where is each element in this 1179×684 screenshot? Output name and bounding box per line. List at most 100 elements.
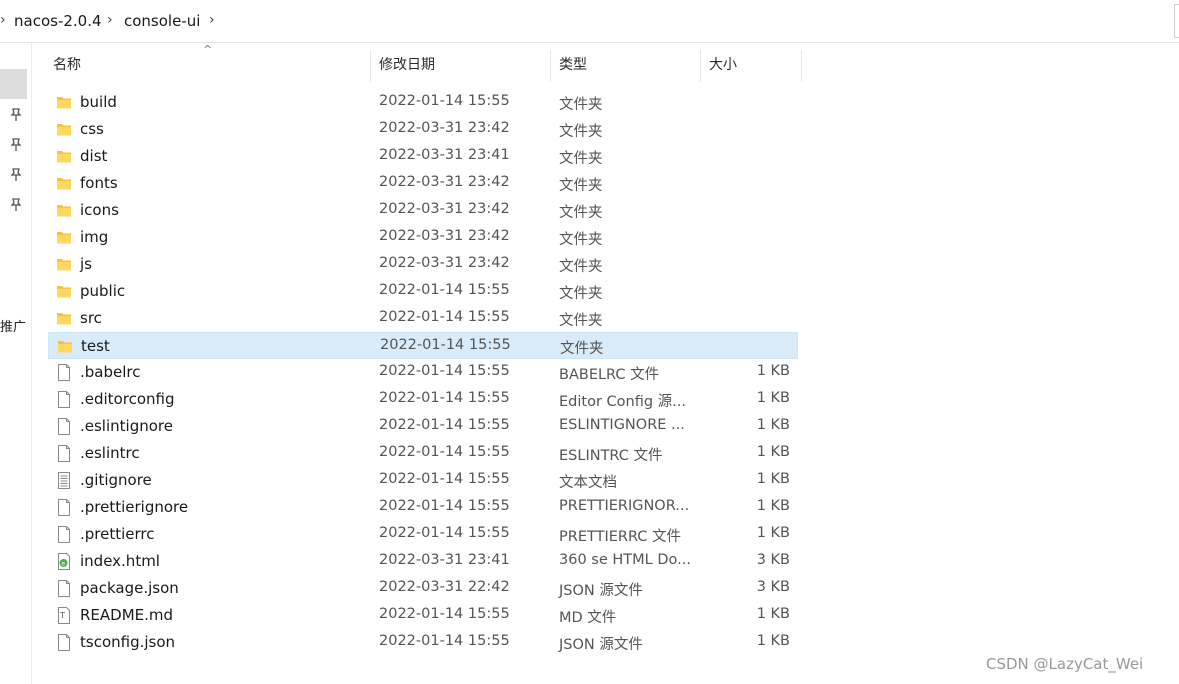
markdown-file-icon: T <box>56 607 72 624</box>
file-row[interactable]: css 2022-03-31 23:42 文件夹 <box>48 116 798 143</box>
folder-icon <box>56 121 72 138</box>
file-row[interactable]: img 2022-03-31 23:42 文件夹 <box>48 224 798 251</box>
file-type: 文件夹 <box>559 151 603 167</box>
column-divider[interactable] <box>370 50 371 82</box>
file-size: 3 KB <box>756 552 790 568</box>
pin-icon[interactable] <box>8 107 24 123</box>
file-row[interactable]: .prettierrc 2022-01-14 15:55 PRETTIERRC 文件… <box>48 521 798 548</box>
file-row[interactable]: public 2022-01-14 15:55 文件夹 <box>48 278 798 305</box>
file-row[interactable]: fonts 2022-03-31 23:42 文件夹 <box>48 170 798 197</box>
file-type: ESLINTRC 文件 <box>559 448 663 464</box>
nav-selected-item[interactable] <box>0 69 27 99</box>
file-date: 2022-01-14 15:55 <box>379 282 510 298</box>
file-type: 360 se HTML Do... <box>559 552 691 568</box>
folder-icon <box>56 202 72 219</box>
file-type: Editor Config 源... <box>559 394 686 410</box>
file-name: img <box>80 228 109 246</box>
search-box-edge[interactable] <box>1174 4 1179 38</box>
address-bar[interactable]: › nacos-2.0.4 › console-ui › <box>0 0 1179 43</box>
column-divider[interactable] <box>700 50 701 82</box>
file-row[interactable]: T README.md 2022-01-14 15:55 MD 文件 1 KB <box>48 602 798 629</box>
file-icon <box>56 499 72 516</box>
file-type: 文件夹 <box>559 178 603 194</box>
file-date: 2022-01-14 15:55 <box>380 337 511 353</box>
file-name: .prettierignore <box>80 498 189 516</box>
folder-icon <box>57 338 73 355</box>
folder-icon <box>56 283 72 300</box>
file-name: dist <box>80 147 108 165</box>
file-type: 文件夹 <box>559 97 603 113</box>
file-type: 文件夹 <box>559 259 603 275</box>
file-date: 2022-03-31 23:42 <box>379 228 510 244</box>
file-row[interactable]: tsconfig.json 2022-01-14 15:55 JSON 源文件 1 K… <box>48 629 798 656</box>
file-type: MD 文件 <box>559 610 617 626</box>
column-name[interactable]: 名称 <box>53 48 81 82</box>
folder-icon <box>56 148 72 165</box>
file-date: 2022-01-14 15:55 <box>379 93 510 109</box>
file-name: .prettierrc <box>80 525 155 543</box>
file-name: test <box>81 337 110 355</box>
file-type: JSON 源文件 <box>559 583 643 599</box>
watermark: CSDN @LazyCat_Wei <box>986 655 1144 673</box>
file-size: 1 KB <box>756 444 790 460</box>
file-name: .editorconfig <box>80 390 175 408</box>
file-size: 1 KB <box>756 498 790 514</box>
file-size: 1 KB <box>756 471 790 487</box>
file-type: 文件夹 <box>559 313 603 329</box>
file-row[interactable]: icons 2022-03-31 23:42 文件夹 <box>48 197 798 224</box>
file-row[interactable]: .prettierignore 2022-01-14 15:55 PRETTIERI… <box>48 494 798 521</box>
file-row[interactable]: .babelrc 2022-01-14 15:55 BABELRC 文件 1 KB <box>48 359 798 386</box>
file-row[interactable]: .eslintignore 2022-01-14 15:55 ESLINTIGNOR… <box>48 413 798 440</box>
file-name: tsconfig.json <box>80 633 176 651</box>
pin-icon[interactable] <box>8 137 24 153</box>
file-name: icons <box>80 201 119 219</box>
chevron-right-icon[interactable]: › <box>0 12 6 28</box>
breadcrumb-item[interactable]: nacos-2.0.4 <box>14 12 102 30</box>
chevron-right-icon[interactable]: › <box>107 12 113 28</box>
file-row[interactable]: src 2022-01-14 15:55 文件夹 <box>48 305 798 332</box>
file-row[interactable]: .editorconfig 2022-01-14 15:55 Editor Conf… <box>48 386 798 413</box>
pin-icon[interactable] <box>8 197 24 213</box>
breadcrumb-item[interactable]: console-ui <box>124 12 200 30</box>
file-date: 2022-01-14 15:55 <box>379 390 510 406</box>
column-type[interactable]: 类型 <box>559 48 587 82</box>
file-type: 文件夹 <box>559 232 603 248</box>
column-divider[interactable] <box>801 50 802 82</box>
file-name: public <box>80 282 126 300</box>
file-name: .eslintrc <box>80 444 140 462</box>
file-row[interactable]: e index.html 2022-03-31 23:41 360 se HTML D… <box>48 548 798 575</box>
file-row[interactable]: .gitignore 2022-01-14 15:55 文本文档 1 KB <box>48 467 798 494</box>
chevron-right-icon[interactable]: › <box>209 12 215 28</box>
file-row[interactable]: test 2022-01-14 15:55 文件夹 <box>48 332 798 359</box>
file-type: ESLINTIGNORE ... <box>559 417 685 433</box>
text-file-icon <box>56 472 72 489</box>
file-size: 1 KB <box>756 417 790 433</box>
folder-icon <box>56 175 72 192</box>
column-size[interactable]: 大小 <box>709 48 737 82</box>
pin-icon[interactable] <box>8 167 24 183</box>
file-name: src <box>80 309 102 327</box>
file-row[interactable]: js 2022-03-31 23:42 文件夹 <box>48 251 798 278</box>
file-date: 2022-01-14 15:55 <box>379 309 510 325</box>
file-date: 2022-03-31 23:42 <box>379 120 510 136</box>
file-date: 2022-01-14 15:55 <box>379 444 510 460</box>
file-row[interactable]: dist 2022-03-31 23:41 文件夹 <box>48 143 798 170</box>
file-date: 2022-01-14 15:55 <box>379 363 510 379</box>
file-type: PRETTIERIGNOR... <box>559 498 690 514</box>
file-row[interactable]: .eslintrc 2022-01-14 15:55 ESLINTRC 文件 1 KB <box>48 440 798 467</box>
file-name: package.json <box>80 579 179 597</box>
file-row[interactable]: build 2022-01-14 15:55 文件夹 <box>48 89 798 116</box>
svg-text:T: T <box>59 611 65 620</box>
file-date: 2022-01-14 15:55 <box>379 606 510 622</box>
file-type: 文本文档 <box>559 475 617 491</box>
file-name: build <box>80 93 117 111</box>
file-date: 2022-03-31 23:41 <box>379 552 510 568</box>
nav-item-label[interactable]: 推广 <box>0 316 26 335</box>
column-date[interactable]: 修改日期 <box>379 48 435 82</box>
file-row[interactable]: package.json 2022-03-31 22:42 JSON 源文件 3 KB <box>48 575 798 602</box>
file-name: .babelrc <box>80 363 141 381</box>
html-file-icon: e <box>56 553 72 570</box>
file-date: 2022-03-31 23:42 <box>379 255 510 271</box>
column-divider[interactable] <box>550 50 551 82</box>
file-size: 1 KB <box>756 525 790 541</box>
